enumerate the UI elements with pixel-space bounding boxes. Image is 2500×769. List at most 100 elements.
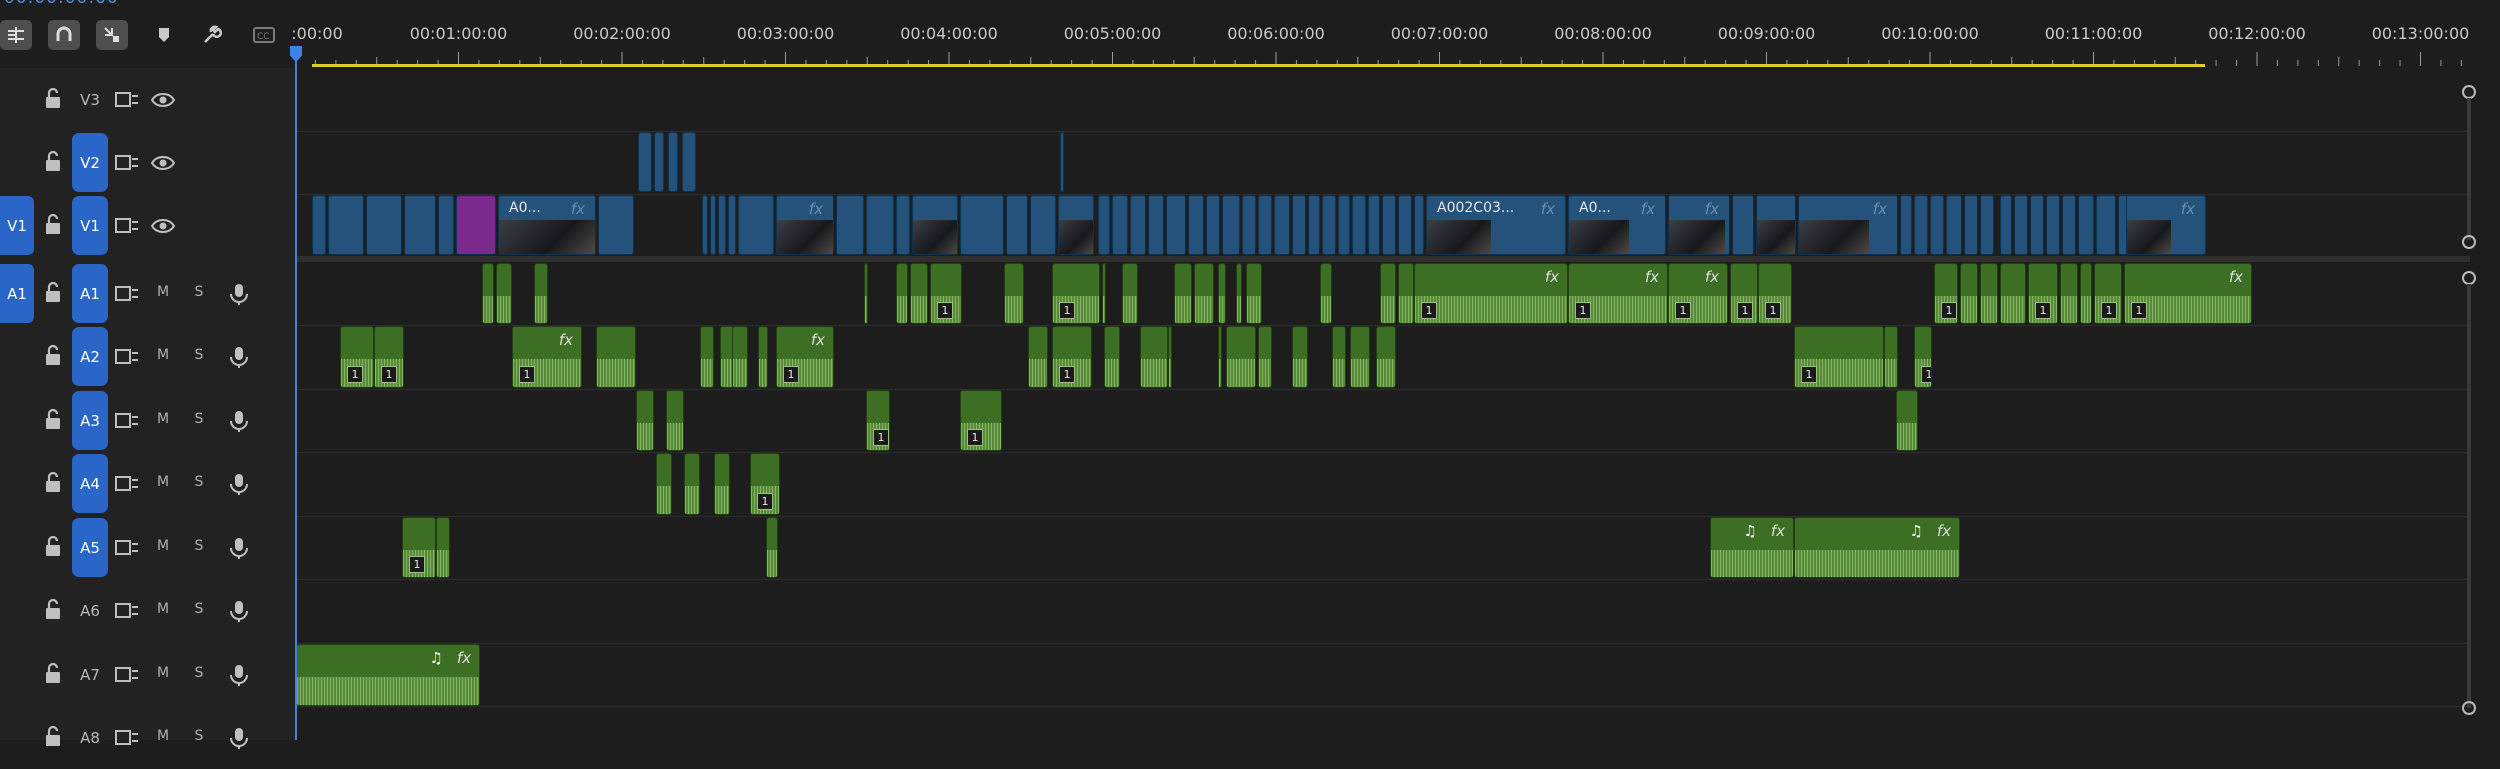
audio-clip[interactable]: 1: [1794, 326, 1884, 388]
video-clip[interactable]: [836, 195, 864, 255]
video-clip[interactable]: [1352, 195, 1366, 255]
video-clip[interactable]: [1398, 195, 1412, 255]
video-clip[interactable]: [2046, 195, 2060, 255]
audio-clip[interactable]: [482, 263, 494, 324]
audio-clip[interactable]: [1350, 326, 1370, 388]
video-clip[interactable]: [1322, 195, 1336, 255]
audio-clip[interactable]: 1: [866, 390, 890, 451]
audio-clip[interactable]: 1: [1914, 326, 1932, 388]
video-clip[interactable]: [1058, 195, 1094, 255]
audio-clip[interactable]: fx 1: [2124, 263, 2252, 324]
audio-clip[interactable]: [1174, 263, 1192, 324]
video-clip[interactable]: [702, 195, 708, 255]
audio-clip[interactable]: [1292, 326, 1308, 388]
video-clip[interactable]: [1382, 195, 1396, 255]
video-clip[interactable]: [2062, 195, 2076, 255]
audio-clip[interactable]: [436, 517, 450, 578]
audio-clip[interactable]: [596, 326, 636, 388]
audio-clip[interactable]: [1102, 263, 1106, 324]
video-clip[interactable]: [654, 132, 664, 192]
video-clip[interactable]: fx: [1668, 195, 1730, 255]
audio-clip[interactable]: [1028, 326, 1048, 388]
audio-clip[interactable]: [1168, 326, 1172, 388]
video-clip[interactable]: [728, 195, 736, 255]
video-clip[interactable]: [1166, 195, 1186, 255]
video-clip[interactable]: [866, 195, 894, 255]
audio-clip[interactable]: [1320, 263, 1332, 324]
audio-clip[interactable]: 1: [1758, 263, 1792, 324]
audio-clip[interactable]: fx 1: [776, 326, 834, 388]
video-clip[interactable]: [366, 195, 402, 255]
video-clip[interactable]: fx: [776, 195, 834, 255]
audio-clip[interactable]: 1: [1052, 326, 1092, 388]
audio-clip[interactable]: [1884, 326, 1898, 388]
audio-clip[interactable]: 1: [2028, 263, 2058, 324]
video-clip[interactable]: [1258, 195, 1272, 255]
video-clip[interactable]: [2078, 195, 2094, 255]
video-clip[interactable]: [1964, 195, 1978, 255]
audio-clip[interactable]: [684, 453, 700, 515]
audio-clip[interactable]: fx ♫: [1710, 517, 1794, 578]
audio-clip[interactable]: [1380, 263, 1396, 324]
audio-clip[interactable]: 1: [1730, 263, 1758, 324]
audio-clip[interactable]: 1: [960, 390, 1002, 451]
video-clip[interactable]: [2096, 195, 2116, 255]
audio-clip[interactable]: fx ♫: [1794, 517, 1960, 578]
video-clip[interactable]: [312, 195, 326, 255]
video-clip[interactable]: [598, 195, 634, 255]
audio-clip[interactable]: [1980, 263, 1998, 324]
audio-clip[interactable]: [1398, 263, 1414, 324]
audio-clip[interactable]: fx 1: [1668, 263, 1728, 324]
video-clip[interactable]: [738, 195, 774, 255]
audio-clip[interactable]: 1: [340, 326, 374, 388]
video-clip[interactable]: [2014, 195, 2028, 255]
video-clip[interactable]: [638, 132, 652, 192]
audio-clip[interactable]: 1: [374, 326, 404, 388]
audio-clip[interactable]: [1376, 326, 1396, 388]
video-clip[interactable]: [668, 132, 678, 192]
video-clip[interactable]: A0... fx: [498, 195, 596, 255]
video-clip[interactable]: A002C03... fx: [1426, 195, 1566, 255]
audio-clip[interactable]: [910, 263, 928, 324]
video-clip[interactable]: [404, 195, 436, 255]
video-clip[interactable]: [438, 195, 454, 255]
video-clip[interactable]: fx: [1798, 195, 1898, 255]
audio-clip[interactable]: [766, 517, 778, 578]
video-clip[interactable]: A0... fx: [1568, 195, 1666, 255]
audio-clip[interactable]: [534, 263, 548, 324]
audio-clip[interactable]: [666, 390, 684, 451]
audio-clip[interactable]: [700, 326, 714, 388]
video-clip[interactable]: [1242, 195, 1256, 255]
audio-clip[interactable]: fx 1: [512, 326, 582, 388]
video-clip[interactable]: [1274, 195, 1290, 255]
video-clip[interactable]: [2000, 195, 2012, 255]
audio-clip[interactable]: [1218, 263, 1226, 324]
video-clip[interactable]: [1130, 195, 1146, 255]
audio-clip[interactable]: [1896, 390, 1918, 451]
audio-clip[interactable]: [1004, 263, 1024, 324]
video-clip[interactable]: [1112, 195, 1128, 255]
audio-clip[interactable]: 1: [2094, 263, 2122, 324]
video-clip[interactable]: [1308, 195, 1320, 255]
audio-clip[interactable]: [1258, 326, 1272, 388]
audio-clip[interactable]: [2000, 263, 2026, 324]
audio-clip[interactable]: 1: [750, 453, 780, 515]
audio-clip[interactable]: 1: [930, 263, 962, 324]
video-clip[interactable]: [1222, 195, 1240, 255]
video-clip[interactable]: [1206, 195, 1220, 255]
video-clip[interactable]: [1732, 195, 1754, 255]
audio-clip[interactable]: [732, 326, 748, 388]
audio-clip[interactable]: [1104, 326, 1120, 388]
video-clip[interactable]: [1060, 132, 1064, 192]
video-clip[interactable]: [896, 195, 910, 255]
audio-clip[interactable]: [1218, 326, 1222, 388]
video-clip[interactable]: [1900, 195, 1912, 255]
audio-clip[interactable]: 1: [1934, 263, 1958, 324]
video-clip[interactable]: [710, 195, 716, 255]
video-clip[interactable]: [912, 195, 958, 255]
video-clip[interactable]: [1148, 195, 1164, 255]
audio-clip[interactable]: [758, 326, 768, 388]
video-clip[interactable]: [1006, 195, 1028, 255]
audio-clip[interactable]: [1960, 263, 1978, 324]
audio-clip[interactable]: [1194, 263, 1214, 324]
